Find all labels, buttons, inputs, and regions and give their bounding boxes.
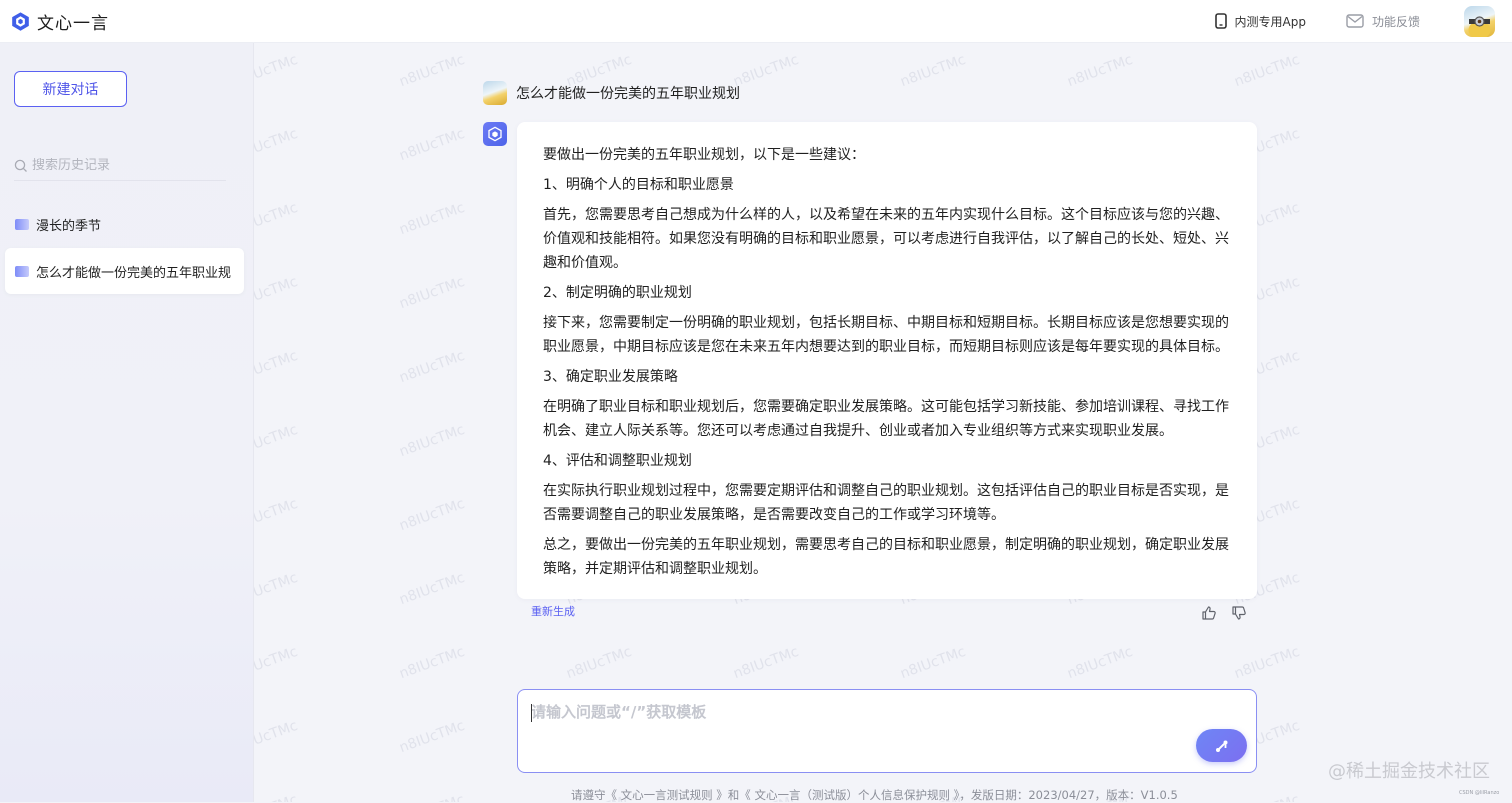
watermark-text: n8IUcTMc [254,792,300,802]
watermark-text: n8IUcTMc [1232,643,1302,683]
watermark-text: n8IUcTMc [898,643,968,683]
chat-icon [15,218,29,230]
history-item-label: 漫长的季节 [36,218,102,234]
watermark-text: n8IUcTMc [397,273,467,313]
footer-note: 请遵守《 文心一言测试规则 》和《 文心一言（测试版）个人信息保护规则 》，发版… [571,788,1178,802]
minion-avatar-icon [1468,15,1491,37]
thumbs-up-icon[interactable] [1201,605,1217,621]
sidebar: 新建对话 漫长的季节 怎么才能做一份完美的五年职业规 [0,43,254,802]
history-search[interactable] [14,151,226,181]
search-icon [14,159,27,172]
juejin-watermark: @稀土掘金技术社区 [1328,761,1490,782]
question-text: 怎么才能做一份完美的五年职业规划 [516,86,740,102]
watermark-text: n8IUcTMc [397,495,467,535]
watermark-text: n8IUcTMc [254,125,300,165]
bot-logo-icon [488,126,502,142]
feedback-label: 功能反馈 [1371,14,1420,29]
watermark-text: n8IUcTMc [1232,792,1302,802]
watermark-text: n8IUcTMc [254,569,300,609]
watermark-text: n8IUcTMc [397,792,467,802]
text-caret [531,704,532,722]
app-download-label: 内测专用App [1234,14,1306,29]
answer-heading: 2、制定明确的职业规划 [543,285,692,301]
watermark-text: n8IUcTMc [397,51,467,91]
watermark-text: n8IUcTMc [564,643,634,683]
answer-card: 要做出一份完美的五年职业规划，以下是一些建议： 1、明确个人的目标和职业愿景 首… [517,122,1257,599]
watermark-text: n8IUcTMc [254,643,300,683]
bot-avatar [483,122,507,146]
watermark-text: n8IUcTMc [397,199,467,239]
watermark-text: n8IUcTMc [1232,51,1302,91]
app-title: 文心一言 [37,13,109,34]
watermark-text: n8IUcTMc [1065,51,1135,91]
composer [517,689,1257,773]
watermark-text: n8IUcTMc [898,51,968,91]
csdn-watermark: CSDN @lilRanzo [1459,790,1500,796]
mail-icon [1346,14,1364,28]
regenerate-button[interactable]: 重新生成 [531,603,575,619]
watermark-text: n8IUcTMc [254,717,300,757]
chat-area: n8IUcTMc n8IUcTMc n8IUcTMc n8IUcTMc n8IUcTMc… [254,43,1512,802]
watermark-text: n8IUcTMc [254,421,300,461]
send-icon [1215,740,1227,752]
answer-paragraph: 接下来，您需要制定一份明确的职业规划，包括长期目标、中期目标和短期目标。长期目标… [543,315,1229,355]
top-bar: 文心一言 内测专用App 功能反馈 [0,0,1512,43]
feedback-actions [1201,605,1247,621]
watermark-text: n8IUcTMc [254,495,300,535]
answer-paragraph: 要做出一份完美的五年职业规划，以下是一些建议： [543,147,865,163]
watermark-text: n8IUcTMc [731,643,801,683]
answer-paragraph: 在实际执行职业规划过程中，您需要定期评估和调整自己的职业规划。这包括评估自己的职… [543,483,1229,523]
watermark-text: n8IUcTMc [731,51,801,91]
thumbs-down-icon[interactable] [1231,605,1247,621]
answer-heading: 3、确定职业发展策略 [543,369,678,385]
watermark-text: n8IUcTMc [254,51,300,91]
watermark-text: n8IUcTMc [397,569,467,609]
app-download-link[interactable]: 内测专用App [1214,13,1306,30]
feedback-link[interactable]: 功能反馈 [1346,13,1420,30]
history-search-input[interactable] [32,158,222,173]
answer-paragraph: 总之，要做出一份完美的五年职业规划，需要思考自己的目标和职业愿景，制定明确的职业… [543,537,1229,577]
answer-heading: 1、明确个人的目标和职业愿景 [543,177,734,193]
watermark-text: n8IUcTMc [397,347,467,387]
history-item-label: 怎么才能做一份完美的五年职业规 [36,265,232,281]
wenxin-logo-icon [12,11,29,31]
watermark-text: n8IUcTMc [397,643,467,683]
history-item-active[interactable]: 怎么才能做一份完美的五年职业规 [5,248,244,294]
chat-icon [15,265,29,277]
user-question: 怎么才能做一份完美的五年职业规划 [483,81,740,105]
new-chat-button[interactable]: 新建对话 [14,71,127,107]
watermark-text: n8IUcTMc [397,125,467,165]
send-button[interactable] [1196,729,1247,762]
watermark-text: n8IUcTMc [397,717,467,757]
watermark-text: n8IUcTMc [397,421,467,461]
watermark-text: n8IUcTMc [254,199,300,239]
user-message-avatar [483,81,507,105]
user-avatar[interactable] [1464,5,1495,37]
watermark-text: n8IUcTMc [1065,643,1135,683]
answer-paragraph: 首先，您需要思考自己想成为什么样的人，以及希望在未来的五年内实现什么目标。这个目… [543,207,1229,271]
prompt-input[interactable] [531,701,1191,741]
answer-heading: 4、评估和调整职业规划 [543,453,692,469]
app-logo[interactable]: 文心一言 [10,9,109,34]
history-item[interactable]: 漫长的季节 [5,201,244,247]
phone-icon [1214,13,1227,29]
watermark-text: n8IUcTMc [254,347,300,387]
answer-paragraph: 在明确了职业目标和职业规划后，您需要确定职业发展策略。这可能包括学习新技能、参加… [543,399,1229,439]
watermark-text: n8IUcTMc [254,273,300,313]
